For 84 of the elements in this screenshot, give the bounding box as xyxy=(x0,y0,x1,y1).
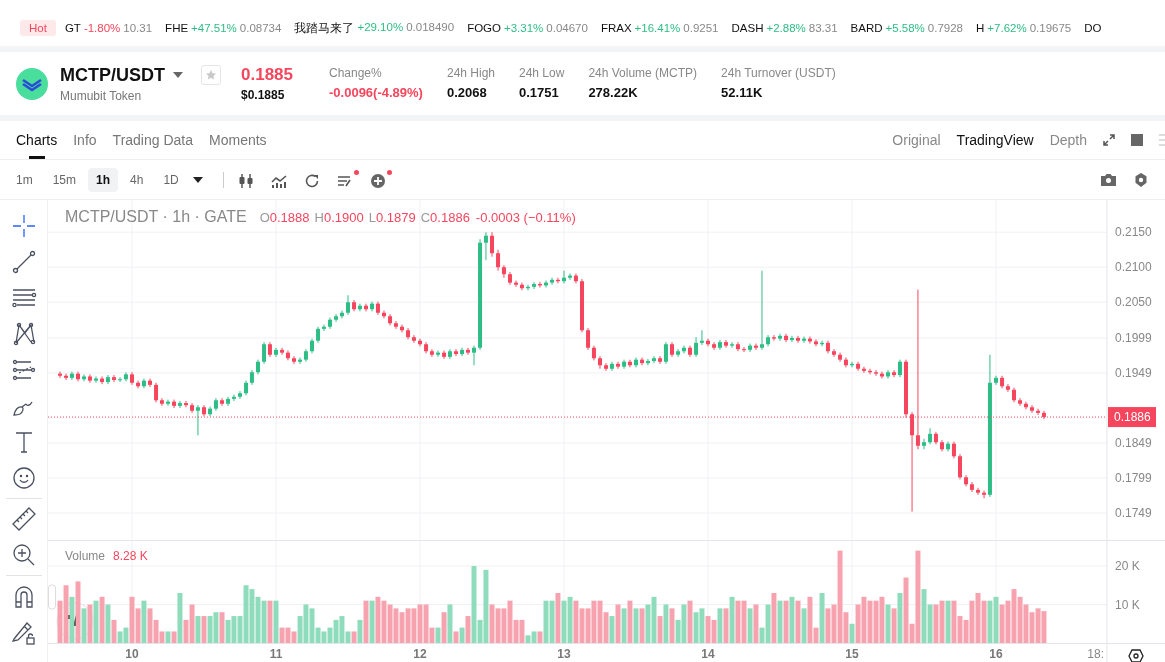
ticker-change: +5.58% xyxy=(885,22,925,34)
time-tick: 12 xyxy=(413,647,427,661)
token-name: Mumubit Token xyxy=(60,88,143,103)
chart-title: MCTP/USDT · 1h · GATE xyxy=(65,208,247,226)
ohlc-value: 0.1879 xyxy=(375,210,416,225)
time-tick: 18: xyxy=(1087,647,1104,661)
price-tick: 0.1849 xyxy=(1115,435,1152,450)
stat-value: 52.11K xyxy=(721,84,764,100)
volume-label: Volume xyxy=(65,549,106,563)
time-tick: 11 xyxy=(269,647,283,661)
ticker-change: +7.62% xyxy=(987,22,1027,34)
last-price-tag: 0.1886 xyxy=(1108,407,1156,428)
ticker-price: 0.7928 xyxy=(927,22,964,34)
stat-value: 278.22K xyxy=(588,84,639,100)
hot-badge: Hot xyxy=(20,20,56,36)
time-tick: 16 xyxy=(989,647,1003,661)
ohlc-label: H xyxy=(314,210,324,225)
ticker-price: 0.9251 xyxy=(683,22,719,34)
ticker-symbol[interactable]: FRAX xyxy=(600,22,632,34)
usd-price: $0.1885 xyxy=(241,88,286,102)
volume-tick: 10 K xyxy=(1115,597,1140,612)
price-tick: 0.1799 xyxy=(1115,471,1152,485)
interval-button[interactable]: 1h xyxy=(88,167,119,192)
time-tick: 15 xyxy=(845,647,859,661)
ticker-price: 10.31 xyxy=(123,22,153,34)
ohlc-value: 0.1888 xyxy=(269,210,310,225)
ohlc-value: 0.1886 xyxy=(430,210,470,225)
interval-button[interactable]: 1m xyxy=(8,167,41,192)
interval-button[interactable]: 15m xyxy=(44,167,84,192)
price-tick: 0.1749 xyxy=(1115,506,1152,520)
ticker-price: 0.08734 xyxy=(239,22,282,34)
stat-value: 0.1751 xyxy=(519,84,560,100)
ohlc-value: 0.1900 xyxy=(323,210,364,225)
pair-symbol[interactable]: MCTP/USDT xyxy=(60,64,165,86)
view-tab[interactable]: Depth xyxy=(1049,132,1087,148)
ticker-price: 0.04670 xyxy=(546,22,588,34)
time-tick: 13 xyxy=(557,647,571,661)
ticker-change: +16.41% xyxy=(634,22,681,34)
interval-button[interactable]: 1D xyxy=(155,167,187,192)
price-tick: 0.1949 xyxy=(1115,365,1152,380)
last-price: 0.1885 xyxy=(241,65,293,85)
ticker-symbol[interactable]: FOGO xyxy=(467,22,501,34)
ticker-symbol[interactable]: DASH xyxy=(731,22,764,34)
view-tab[interactable]: TradingView xyxy=(956,132,1034,148)
ticker-symbol[interactable]: 我踏马来了 xyxy=(294,20,355,36)
price-change: -0.0003 (−0.11%) xyxy=(475,210,576,225)
ticker-symbol[interactable]: BARD xyxy=(850,22,883,34)
stat-value: -0.0096(-4.89%) xyxy=(329,84,423,100)
ticker-change: +47.51% xyxy=(191,22,237,34)
price-tick: 0.2150 xyxy=(1115,225,1152,240)
stat-label: 24h Turnover (USDT) xyxy=(721,65,836,80)
ohlc-label: O xyxy=(259,210,270,225)
ticker-symbol[interactable]: FHE xyxy=(165,22,189,34)
ticker-change: +3.31% xyxy=(504,22,544,34)
view-tab[interactable]: Original xyxy=(892,132,941,148)
time-tick: 14 xyxy=(701,647,715,661)
ticker-symbol[interactable]: GT xyxy=(64,22,81,34)
volume-tick: 20 K xyxy=(1115,559,1140,573)
stat-label: 24h High xyxy=(446,65,495,80)
stat-label: 24h Low xyxy=(519,65,565,80)
price-tick: 0.2100 xyxy=(1115,260,1152,275)
tab[interactable]: Moments xyxy=(209,121,267,159)
ticker-price: 83.31 xyxy=(808,22,838,34)
stat-label: 24h Volume (MCTP) xyxy=(588,65,698,80)
ticker-price: 0.19675 xyxy=(1029,22,1072,34)
ticker-symbol[interactable]: H xyxy=(976,22,985,34)
ticker-change: +29.10% xyxy=(357,20,404,35)
ohlc-label: L xyxy=(368,210,376,225)
ohlc-label: C xyxy=(420,210,431,225)
stat-value: 0.2068 xyxy=(446,84,488,100)
tab[interactable]: Trading Data xyxy=(112,121,193,159)
ticker-price: 0.018490 xyxy=(406,20,455,35)
stat-label: Change% xyxy=(329,65,383,80)
tab[interactable]: Charts xyxy=(16,121,58,159)
ticker-symbol[interactable]: DO xyxy=(1084,22,1102,34)
tab[interactable]: Info xyxy=(73,121,97,159)
price-tick: 0.2050 xyxy=(1115,295,1152,310)
ticker-change: -1.80% xyxy=(83,22,121,34)
ref-line-label: 0.1886 xyxy=(1114,410,1152,425)
time-tick: 10 xyxy=(125,647,139,661)
interval-button[interactable]: 4h xyxy=(122,167,152,192)
volume-value: 8.28 K xyxy=(113,549,148,563)
ticker-change: +2.88% xyxy=(766,22,806,34)
price-tick: 0.1999 xyxy=(1115,330,1152,345)
